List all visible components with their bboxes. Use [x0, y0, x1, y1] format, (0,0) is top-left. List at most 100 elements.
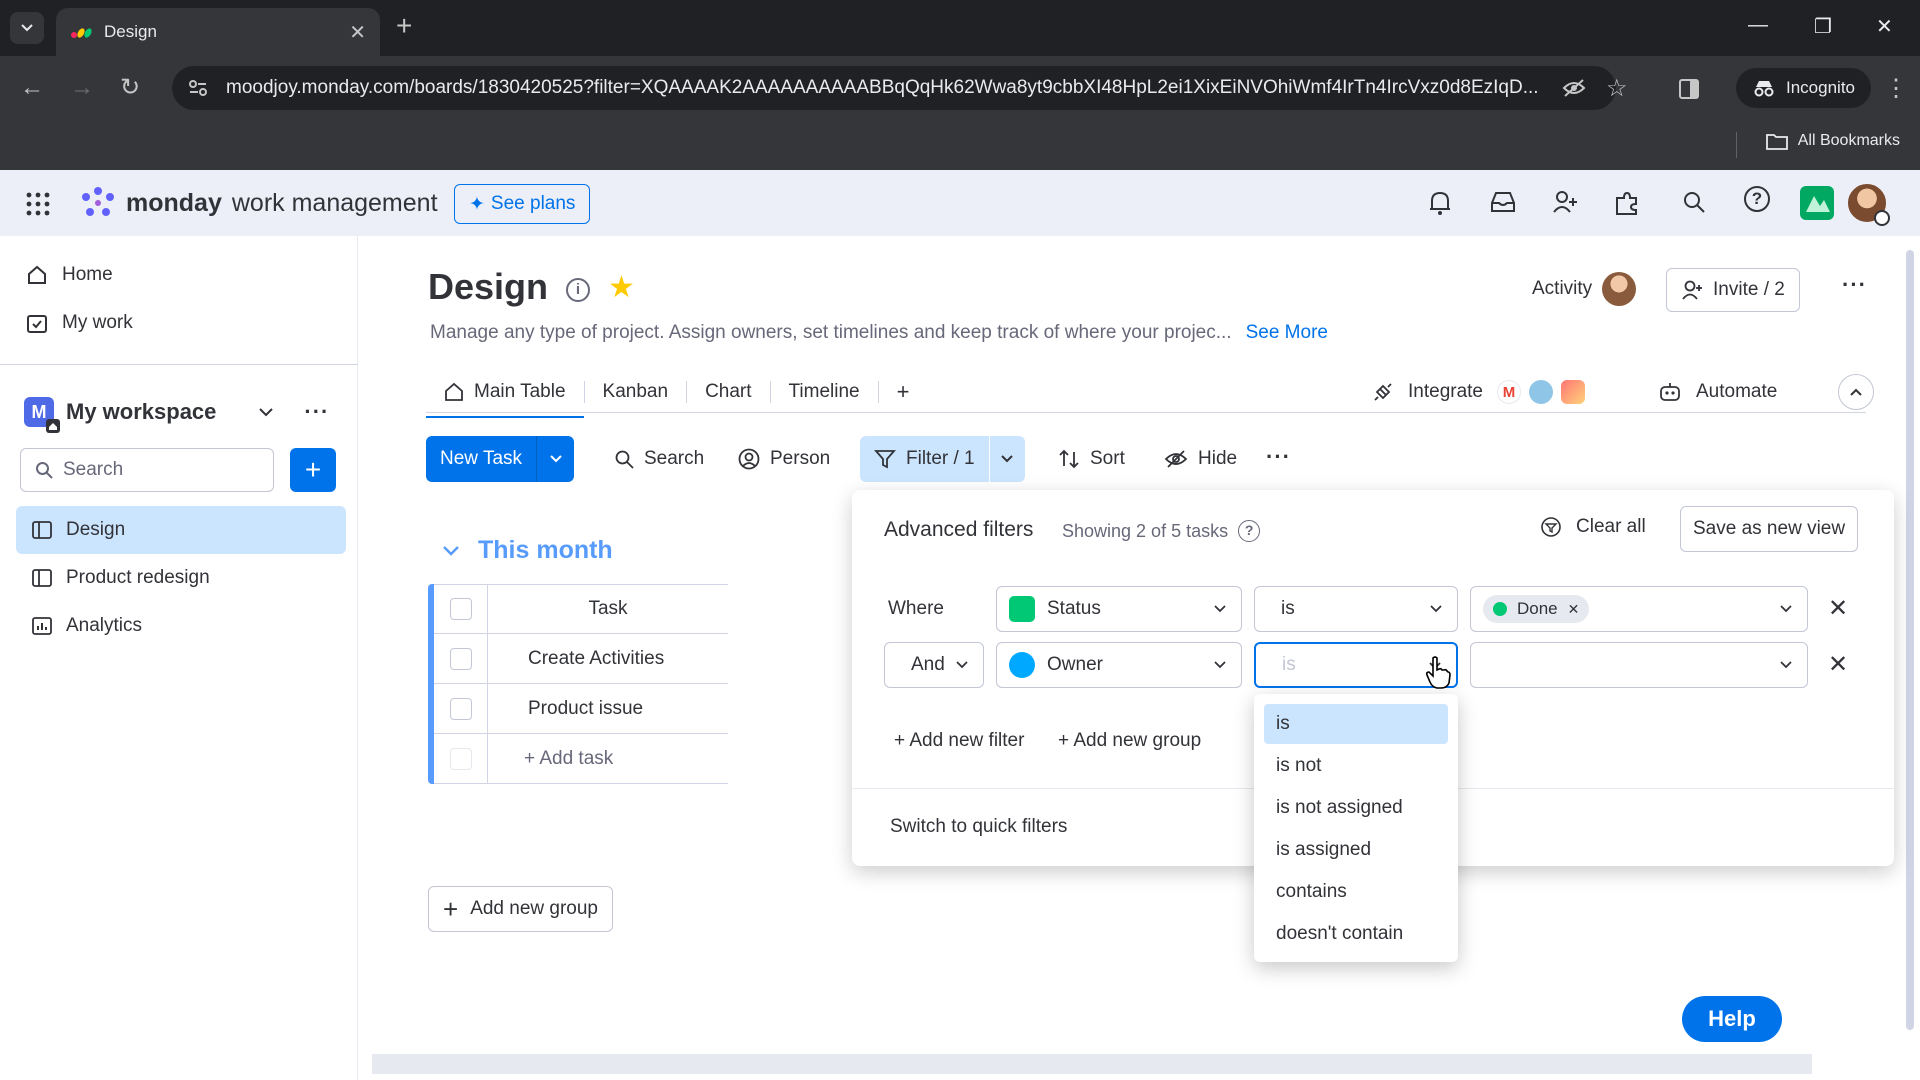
rule1-column-select[interactable]: Status — [996, 586, 1242, 632]
column-header-task[interactable]: Task — [488, 598, 728, 620]
add-board-button[interactable]: + — [290, 448, 336, 492]
close-window-icon[interactable]: ✕ — [1876, 14, 1893, 39]
automate-button[interactable]: Automate — [1658, 372, 1777, 412]
new-task-button[interactable]: New Task — [426, 436, 537, 482]
select-all-checkbox[interactable] — [449, 598, 472, 620]
row-checkbox[interactable] — [449, 697, 472, 720]
eye-off-icon[interactable] — [1562, 78, 1586, 98]
add-task-row[interactable]: + Add task — [434, 733, 728, 784]
sidebar-item-my-work[interactable]: My work — [26, 312, 133, 334]
help-question-icon[interactable]: ? — [1238, 520, 1261, 542]
switch-to-quick-filters-link[interactable]: Switch to quick filters — [890, 816, 1067, 838]
operator-option-doesnt-contain[interactable]: doesn't contain — [1264, 914, 1448, 954]
rule1-operator-select[interactable]: is — [1254, 586, 1458, 632]
sidebar-item-analytics[interactable]: Analytics — [16, 602, 346, 650]
tab-list-button[interactable] — [10, 12, 44, 44]
collapse-header-button[interactable] — [1838, 374, 1874, 410]
add-new-group-button[interactable]: + Add new group — [428, 886, 614, 932]
operator-option-is-not-assigned[interactable]: is not assigned — [1264, 788, 1448, 828]
rule1-value-select[interactable]: Done ✕ — [1470, 586, 1808, 632]
row-checkbox[interactable] — [449, 647, 472, 670]
table-row[interactable]: Product issue — [434, 683, 728, 734]
clear-all-button[interactable]: Clear all — [1540, 516, 1646, 538]
monday-logo[interactable]: monday work management — [80, 186, 438, 220]
group-header[interactable]: This month — [442, 536, 613, 565]
site-info-icon[interactable] — [188, 79, 208, 97]
invite-members-icon[interactable] — [1552, 190, 1578, 214]
inbox-icon[interactable] — [1490, 190, 1516, 214]
sidebar-item-product-redesign[interactable]: Product redesign — [16, 554, 346, 602]
sidebar-item-home[interactable]: Home — [26, 264, 113, 286]
workspace-selector[interactable]: M My workspace ··· — [24, 392, 340, 433]
filter-dropdown[interactable] — [988, 436, 1025, 482]
new-tab-button[interactable]: + — [396, 12, 412, 40]
search-icon[interactable] — [1682, 190, 1706, 214]
hide-button[interactable]: Hide — [1152, 436, 1249, 482]
task-name[interactable]: Create Activities — [488, 648, 664, 670]
address-bar[interactable]: moodjoy.monday.com/boards/1830420525?fil… — [172, 66, 1616, 110]
help-question-icon[interactable]: ? — [1744, 186, 1770, 212]
close-tab-icon[interactable]: ✕ — [349, 20, 366, 45]
browser-menu-icon[interactable]: ⋮ — [1884, 74, 1908, 103]
invite-button[interactable]: Invite / 2 — [1666, 268, 1800, 312]
table-row[interactable]: Create Activities — [434, 633, 728, 684]
app-switcher-icon[interactable] — [26, 192, 50, 216]
chevron-down-icon[interactable] — [442, 545, 460, 557]
back-icon[interactable]: ← — [20, 76, 44, 100]
rule2-conjunction-select[interactable]: And — [884, 642, 984, 688]
person-filter-button[interactable]: Person — [726, 436, 842, 482]
operator-option-is[interactable]: is — [1264, 704, 1448, 744]
remove-chip-icon[interactable]: ✕ — [1568, 601, 1580, 618]
tab-chart[interactable]: Chart — [687, 372, 769, 412]
workspace-logo-icon[interactable] — [1800, 186, 1834, 220]
add-new-filter-button[interactable]: + Add new filter — [894, 730, 1024, 752]
workspace-more-icon[interactable]: ··· — [304, 399, 329, 425]
sort-button[interactable]: Sort — [1046, 436, 1137, 482]
forward-icon[interactable]: → — [70, 76, 94, 100]
rule2-column-select[interactable]: Owner — [996, 642, 1242, 688]
horizontal-scrollbar[interactable] — [372, 1054, 1812, 1074]
add-new-group-filter-button[interactable]: + Add new group — [1058, 730, 1201, 752]
sidebar-item-design[interactable]: Design — [16, 506, 346, 554]
vertical-scrollbar[interactable] — [1906, 250, 1914, 1030]
add-view-button[interactable]: + — [879, 372, 928, 412]
remove-rule2-icon[interactable]: ✕ — [1828, 650, 1848, 679]
save-as-new-view-button[interactable]: Save as new view — [1680, 506, 1859, 552]
side-panel-icon[interactable] — [1678, 78, 1700, 100]
value-chip-done[interactable]: Done ✕ — [1483, 595, 1590, 623]
integrate-button[interactable]: Integrate M — [1372, 372, 1585, 412]
bookmark-star-icon[interactable]: ☆ — [1606, 74, 1628, 103]
rule2-value-select[interactable] — [1470, 642, 1808, 688]
tab-main-table[interactable]: Main Table — [426, 372, 584, 418]
incognito-badge[interactable]: Incognito — [1736, 68, 1871, 108]
see-more-link[interactable]: See More — [1246, 322, 1328, 343]
notifications-bell-icon[interactable] — [1428, 190, 1452, 216]
board-more-icon[interactable]: ··· — [1842, 272, 1867, 298]
activity-button[interactable]: Activity — [1532, 272, 1637, 306]
operator-option-is-assigned[interactable]: is assigned — [1264, 830, 1448, 870]
toolbar-more-icon[interactable]: ··· — [1266, 444, 1291, 470]
restore-icon[interactable]: ❐ — [1814, 14, 1832, 39]
group-title[interactable]: This month — [478, 536, 613, 565]
browser-tab[interactable]: Design ✕ — [56, 8, 380, 56]
operator-option-is-not[interactable]: is not — [1264, 746, 1448, 786]
apps-marketplace-icon[interactable] — [1614, 190, 1640, 216]
help-button[interactable]: Help — [1682, 996, 1782, 1042]
favorite-star-icon[interactable]: ★ — [608, 270, 635, 305]
add-task-input[interactable]: + Add task — [488, 748, 613, 770]
sidebar-search-input[interactable]: Search — [20, 448, 274, 492]
board-info-icon[interactable]: i — [566, 278, 590, 302]
search-button[interactable]: Search — [602, 436, 716, 482]
reload-icon[interactable]: ↻ — [120, 76, 140, 100]
remove-rule1-icon[interactable]: ✕ — [1828, 594, 1848, 623]
all-bookmarks[interactable]: All Bookmarks — [1765, 132, 1900, 150]
tab-kanban[interactable]: Kanban — [585, 372, 687, 412]
tab-timeline[interactable]: Timeline — [771, 372, 878, 412]
new-task-dropdown[interactable] — [536, 436, 575, 482]
operator-option-contains[interactable]: contains — [1264, 872, 1448, 912]
board-title[interactable]: Design — [428, 266, 548, 308]
see-plans-button[interactable]: ✦ See plans — [454, 184, 591, 224]
task-name[interactable]: Product issue — [488, 698, 643, 720]
minimize-icon[interactable]: — — [1748, 14, 1768, 37]
filter-button[interactable]: Filter / 1 — [860, 436, 989, 482]
